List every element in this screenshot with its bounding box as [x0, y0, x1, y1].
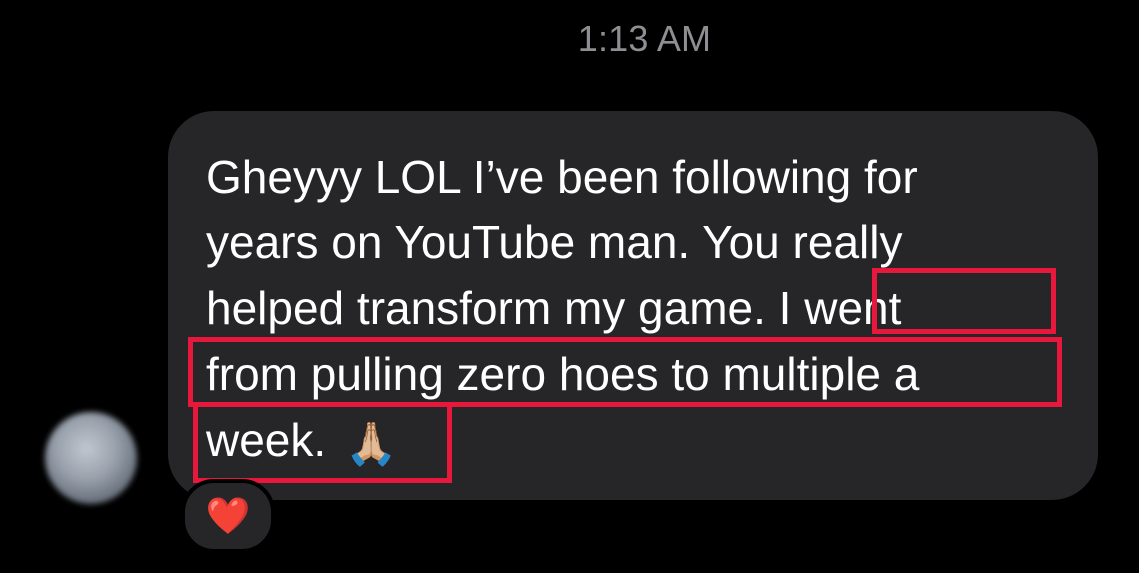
message-timestamp: 1:13 AM: [577, 18, 712, 59]
highlight-box: [188, 337, 1062, 407]
highlight-box: [193, 402, 452, 483]
message-line: years on YouTube man. You really: [206, 216, 903, 268]
highlight-box: [872, 268, 1056, 334]
heart-icon: ❤️: [205, 495, 251, 536]
dm-thread-screen: 1:13 AM Gheyyy LOL I’ve been following f…: [0, 0, 1139, 573]
message-line: Gheyyy LOL I’ve been following for: [206, 151, 918, 203]
message-line: helped transform my game. I went: [206, 282, 902, 334]
reaction-badge[interactable]: ❤️: [181, 479, 275, 553]
avatar[interactable]: [45, 412, 137, 504]
